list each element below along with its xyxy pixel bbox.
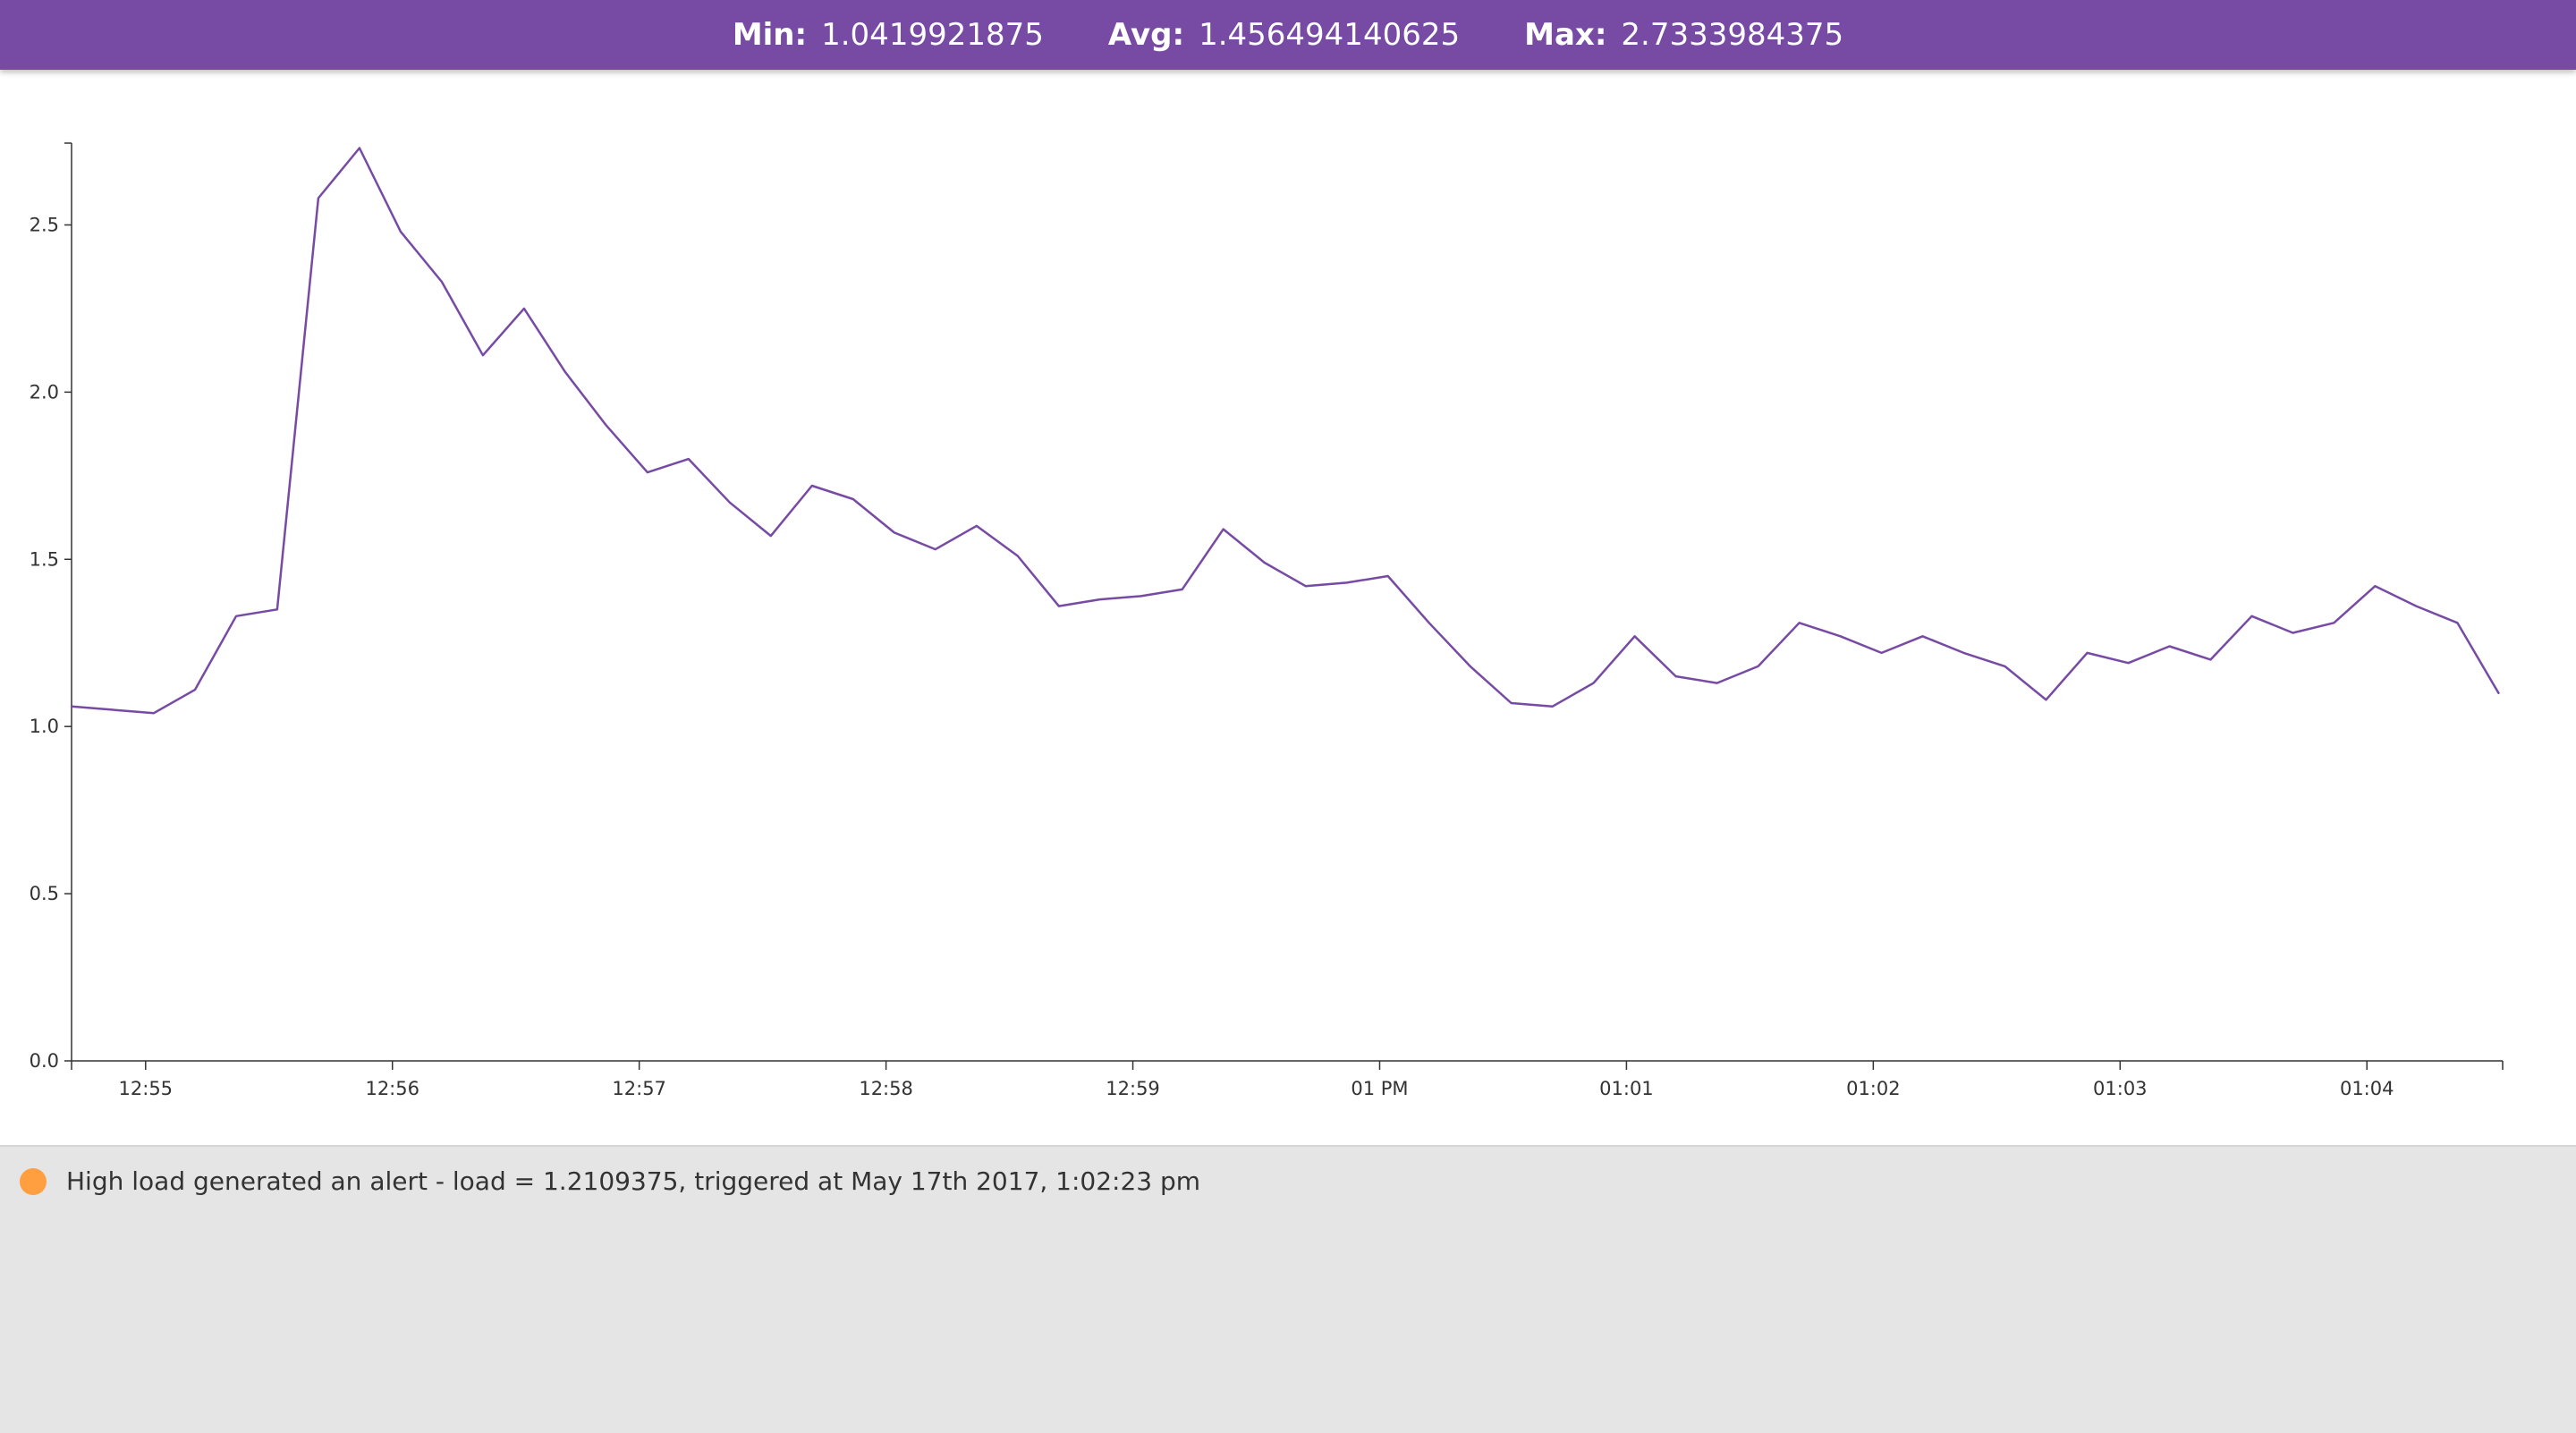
y-tick-label: 0.5: [30, 883, 59, 904]
y-tick-label: 2.5: [30, 214, 59, 235]
min-stat: Min: 1.0419921875: [733, 17, 1044, 53]
alert-text: High load generated an alert - load = 1.…: [66, 1166, 1201, 1196]
x-tick-label: 12:58: [859, 1078, 913, 1099]
x-tick-label: 12:55: [119, 1078, 174, 1099]
x-tick-label: 12:57: [612, 1078, 666, 1099]
min-value: 1.0419921875: [821, 17, 1044, 53]
min-label: Min:: [732, 17, 808, 53]
stats-header: Min: 1.0419921875 Avg: 1.456494140625 Ma…: [0, 0, 2576, 70]
x-tick-label: 12:59: [1106, 1078, 1160, 1099]
max-stat: Max: 2.7333984375: [1524, 17, 1843, 53]
x-tick-label: 01:03: [2093, 1078, 2148, 1099]
alert-item: High load generated an alert - load = 1.…: [0, 1147, 2576, 1196]
x-tick-label: 12:56: [365, 1078, 419, 1099]
y-tick-label: 1.5: [30, 548, 59, 570]
load-series-line: [70, 147, 2500, 715]
load-line-chart: 0.0 0.5 1.0 1.5 2.0 2.5 12:55 12:56 12:57 12:58 12…: [30, 142, 2504, 1099]
avg-stat: Avg: 1.456494140625: [1108, 17, 1460, 53]
alerts-panel: High load generated an alert - load = 1.…: [0, 1145, 2576, 1433]
x-tick-label: 01 PM: [1351, 1078, 1408, 1099]
y-tick-label: 0.0: [30, 1050, 59, 1072]
x-tick-label: 01:04: [2340, 1078, 2394, 1099]
y-tick-label: 1.0: [30, 716, 59, 737]
alert-status-dot: [20, 1167, 47, 1195]
x-tick-label: 01:01: [1599, 1078, 1654, 1099]
y-tick-label: 2.0: [30, 381, 59, 403]
max-label: Max:: [1524, 17, 1607, 53]
load-chart-area: 0.0 0.5 1.0 1.5 2.0 2.5 12:55 12:56 12:57 12:58 12…: [0, 70, 2576, 1145]
max-value: 2.7333984375: [1621, 17, 1844, 53]
avg-label: Avg:: [1107, 17, 1185, 53]
x-tick-label: 01:02: [1846, 1078, 1901, 1099]
avg-value: 1.456494140625: [1199, 17, 1461, 53]
